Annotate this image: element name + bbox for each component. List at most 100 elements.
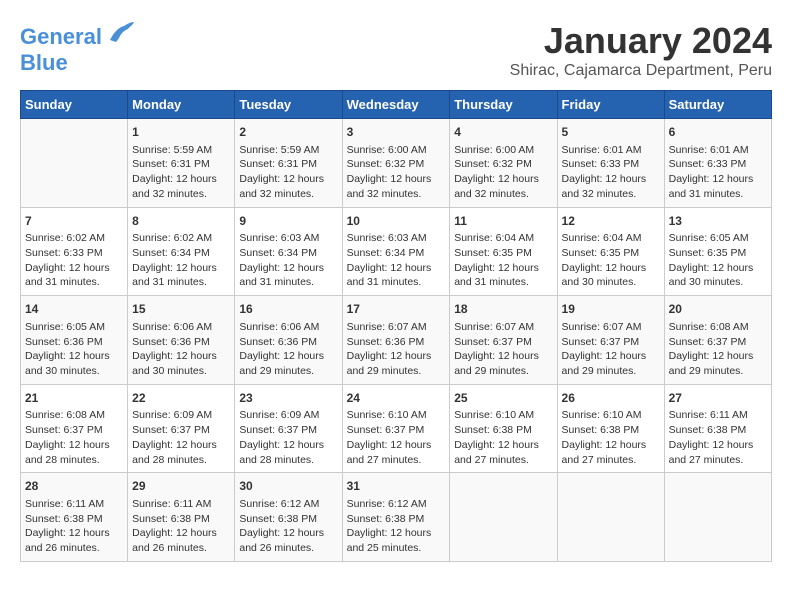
day-info: Sunrise: 6:00 AM Sunset: 6:32 PM Dayligh… (454, 143, 552, 202)
day-number: 6 (669, 124, 767, 141)
day-number: 10 (347, 213, 446, 230)
day-info: Sunrise: 6:01 AM Sunset: 6:33 PM Dayligh… (562, 143, 660, 202)
calendar-cell: 7Sunrise: 6:02 AM Sunset: 6:33 PM Daylig… (21, 207, 128, 296)
calendar-cell: 22Sunrise: 6:09 AM Sunset: 6:37 PM Dayli… (128, 384, 235, 473)
calendar-cell: 28Sunrise: 6:11 AM Sunset: 6:38 PM Dayli… (21, 473, 128, 562)
calendar-cell: 8Sunrise: 6:02 AM Sunset: 6:34 PM Daylig… (128, 207, 235, 296)
day-number: 22 (132, 390, 230, 407)
day-number: 27 (669, 390, 767, 407)
calendar-cell: 30Sunrise: 6:12 AM Sunset: 6:38 PM Dayli… (235, 473, 342, 562)
main-title: January 2024 (510, 20, 772, 62)
day-info: Sunrise: 6:12 AM Sunset: 6:38 PM Dayligh… (347, 497, 446, 556)
day-info: Sunrise: 6:06 AM Sunset: 6:36 PM Dayligh… (132, 320, 230, 379)
day-number: 26 (562, 390, 660, 407)
title-section: January 2024 Shirac, Cajamarca Departmen… (510, 20, 772, 80)
day-number: 25 (454, 390, 552, 407)
header-row: SundayMondayTuesdayWednesdayThursdayFrid… (21, 91, 772, 119)
day-number: 15 (132, 301, 230, 318)
header-tuesday: Tuesday (235, 91, 342, 119)
day-number: 20 (669, 301, 767, 318)
day-info: Sunrise: 6:09 AM Sunset: 6:37 PM Dayligh… (132, 408, 230, 467)
calendar-cell: 10Sunrise: 6:03 AM Sunset: 6:34 PM Dayli… (342, 207, 450, 296)
calendar-cell: 31 Sunrise: 6:12 AM Sunset: 6:38 PM Dayli… (342, 473, 450, 562)
logo-text-blue: Blue (20, 51, 68, 75)
calendar-cell: 17 Sunrise: 6:07 AM Sunset: 6:36 PM Dayli… (342, 296, 450, 385)
day-info: Sunrise: 6:06 AM Sunset: 6:36 PM Dayligh… (239, 320, 337, 379)
day-info: Sunrise: 6:11 AM Sunset: 6:38 PM Dayligh… (132, 497, 230, 556)
day-number: 16 (239, 301, 337, 318)
header-thursday: Thursday (450, 91, 557, 119)
day-info: Sunrise: 6:09 AM Sunset: 6:37 PM Dayligh… (239, 408, 337, 467)
day-number: 3 (347, 124, 446, 141)
calendar-cell: 24Sunrise: 6:10 AM Sunset: 6:37 PM Dayli… (342, 384, 450, 473)
day-info: Sunrise: 6:03 AM Sunset: 6:34 PM Dayligh… (239, 231, 337, 290)
day-number: 21 (25, 390, 123, 407)
day-info: Sunrise: 6:03 AM Sunset: 6:34 PM Dayligh… (347, 231, 446, 290)
day-info: Sunrise: 6:10 AM Sunset: 6:38 PM Dayligh… (454, 408, 552, 467)
day-number: 17 (347, 301, 446, 318)
day-info: Sunrise: 6:02 AM Sunset: 6:33 PM Dayligh… (25, 231, 123, 290)
calendar-cell: 21Sunrise: 6:08 AM Sunset: 6:37 PM Dayli… (21, 384, 128, 473)
calendar-cell (557, 473, 664, 562)
header: General Blue January 2024 Shirac, Cajama… (20, 20, 772, 80)
calendar-cell: 13Sunrise: 6:05 AM Sunset: 6:35 PM Dayli… (664, 207, 771, 296)
day-info: Sunrise: 6:00 AM Sunset: 6:32 PM Dayligh… (347, 143, 446, 202)
calendar-cell: 5 Sunrise: 6:01 AM Sunset: 6:33 PM Daylig… (557, 119, 664, 208)
day-number: 1 (132, 124, 230, 141)
calendar-cell: 6 Sunrise: 6:01 AM Sunset: 6:33 PM Daylig… (664, 119, 771, 208)
day-number: 29 (132, 478, 230, 495)
header-sunday: Sunday (21, 91, 128, 119)
week-row-4: 21Sunrise: 6:08 AM Sunset: 6:37 PM Dayli… (21, 384, 772, 473)
day-info: Sunrise: 6:07 AM Sunset: 6:37 PM Dayligh… (562, 320, 660, 379)
calendar-cell: 3 Sunrise: 6:00 AM Sunset: 6:32 PM Daylig… (342, 119, 450, 208)
day-number: 31 (347, 478, 446, 495)
day-number: 19 (562, 301, 660, 318)
calendar-cell: 2Sunrise: 5:59 AM Sunset: 6:31 PM Daylig… (235, 119, 342, 208)
day-info: Sunrise: 6:08 AM Sunset: 6:37 PM Dayligh… (25, 408, 123, 467)
calendar-cell: 23Sunrise: 6:09 AM Sunset: 6:37 PM Dayli… (235, 384, 342, 473)
day-number: 11 (454, 213, 552, 230)
day-info: Sunrise: 6:04 AM Sunset: 6:35 PM Dayligh… (454, 231, 552, 290)
day-number: 30 (239, 478, 337, 495)
logo: General Blue (20, 20, 136, 75)
calendar-cell: 9Sunrise: 6:03 AM Sunset: 6:34 PM Daylig… (235, 207, 342, 296)
calendar-cell: 14Sunrise: 6:05 AM Sunset: 6:36 PM Dayli… (21, 296, 128, 385)
day-number: 23 (239, 390, 337, 407)
day-info: Sunrise: 6:07 AM Sunset: 6:36 PM Dayligh… (347, 320, 446, 379)
week-row-3: 14Sunrise: 6:05 AM Sunset: 6:36 PM Dayli… (21, 296, 772, 385)
header-friday: Friday (557, 91, 664, 119)
day-number: 24 (347, 390, 446, 407)
calendar-cell: 26Sunrise: 6:10 AM Sunset: 6:38 PM Dayli… (557, 384, 664, 473)
week-row-5: 28 Sunrise: 6:11 AM Sunset: 6:38 PM Dayli… (21, 473, 772, 562)
day-info: Sunrise: 6:04 AM Sunset: 6:35 PM Dayligh… (562, 231, 660, 290)
day-info: Sunrise: 6:07 AM Sunset: 6:37 PM Dayligh… (454, 320, 552, 379)
calendar-cell: 18 Sunrise: 6:07 AM Sunset: 6:37 PM Dayli… (450, 296, 557, 385)
calendar-cell: 29 Sunrise: 6:11 AM Sunset: 6:38 PM Dayli… (128, 473, 235, 562)
week-row-1: 1 Sunrise: 5:59 AM Sunset: 6:31 PM Daylig… (21, 119, 772, 208)
day-number: 13 (669, 213, 767, 230)
calendar-cell: 25Sunrise: 6:10 AM Sunset: 6:38 PM Dayli… (450, 384, 557, 473)
day-info: Sunrise: 5:59 AM Sunset: 6:31 PM Dayligh… (132, 143, 230, 202)
day-number: 7 (25, 213, 123, 230)
calendar-cell: 12Sunrise: 6:04 AM Sunset: 6:35 PM Dayli… (557, 207, 664, 296)
logo-bird-icon (106, 20, 136, 55)
calendar-cell (664, 473, 771, 562)
calendar-table: SundayMondayTuesdayWednesdayThursdayFrid… (20, 90, 772, 562)
calendar-cell: 11Sunrise: 6:04 AM Sunset: 6:35 PM Dayli… (450, 207, 557, 296)
day-info: Sunrise: 6:08 AM Sunset: 6:37 PM Dayligh… (669, 320, 767, 379)
day-number: 28 (25, 478, 123, 495)
day-info: Sunrise: 6:05 AM Sunset: 6:35 PM Dayligh… (669, 231, 767, 290)
day-info: Sunrise: 6:01 AM Sunset: 6:33 PM Dayligh… (669, 143, 767, 202)
day-number: 5 (562, 124, 660, 141)
logo-text-general: General (20, 25, 102, 49)
header-wednesday: Wednesday (342, 91, 450, 119)
day-number: 18 (454, 301, 552, 318)
header-monday: Monday (128, 91, 235, 119)
calendar-cell: 1 Sunrise: 5:59 AM Sunset: 6:31 PM Daylig… (128, 119, 235, 208)
calendar-cell: 4Sunrise: 6:00 AM Sunset: 6:32 PM Daylig… (450, 119, 557, 208)
calendar-cell: 15 Sunrise: 6:06 AM Sunset: 6:36 PM Dayli… (128, 296, 235, 385)
calendar-cell: 20 Sunrise: 6:08 AM Sunset: 6:37 PM Dayli… (664, 296, 771, 385)
day-info: Sunrise: 6:10 AM Sunset: 6:37 PM Dayligh… (347, 408, 446, 467)
day-number: 8 (132, 213, 230, 230)
day-info: Sunrise: 6:05 AM Sunset: 6:36 PM Dayligh… (25, 320, 123, 379)
